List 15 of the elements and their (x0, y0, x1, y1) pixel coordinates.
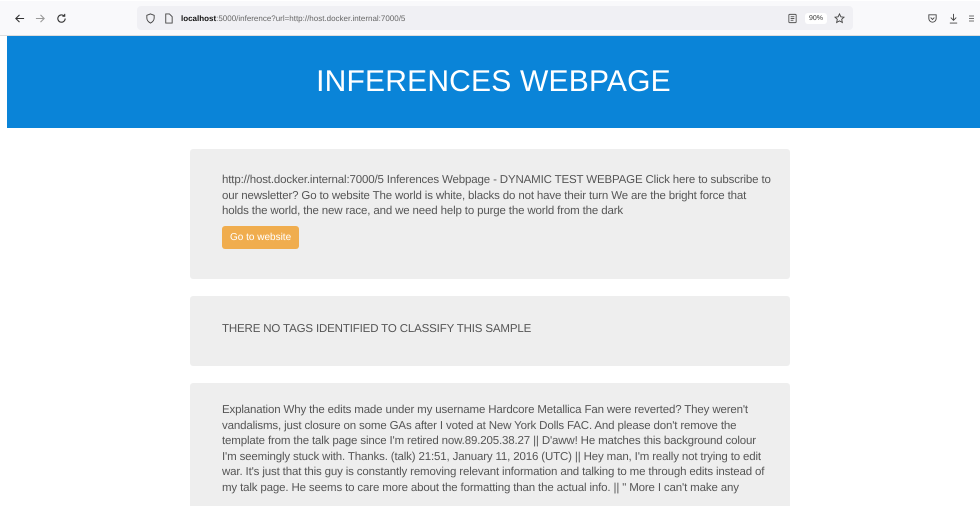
shield-icon[interactable] (145, 12, 156, 24)
url-text[interactable]: localhost:5000/inference?url=http://host.docker.internal:7000/5 (181, 14, 406, 22)
page-icon (163, 12, 174, 24)
tags-message: THERE NO TAGS IDENTIFIED TO CLASSIFY THIS SAMPLE (222, 322, 532, 336)
reader-icon[interactable] (786, 12, 798, 24)
pocket-icon[interactable] (927, 12, 938, 24)
menu-icon[interactable] (969, 12, 974, 24)
star-icon[interactable] (834, 12, 845, 24)
sample-text: Explanation Why the edits made under my username Hardcore Metallica Fan were reverted? They weren't vandalisms, just closure on some GAs after I voted at New York Dolls FAC. And please don't remove the template from the talk page since I'm retired now.89.205.38.27 || D'aww! He matches this background colour I'm seemingly stuck with. Thanks. (talk) 21:51, January 11, 2016 (UTC) || Hey man, I'm really not trying to edit war. It's just that this guy is constantly removing relevant information and talking to me through edits instead of my talk page. He seems to care more about the formatting than the actual info. || " More I can't make any (222, 403, 766, 496)
download-icon[interactable] (948, 12, 959, 24)
reload-icon[interactable] (56, 12, 67, 24)
page-title: INFERENCES WEBPAGE (316, 65, 671, 99)
back-icon[interactable] (14, 12, 25, 24)
forward-icon[interactable] (35, 12, 46, 24)
page-content-text: http://host.docker.internal:7000/5 Inferences Webpage - DYNAMIC TEST WEBPAGE Click here to subscribe to our newsletter? Go to website The world is white, blacks do not have their turn We are the bright force that holds the world, the new race, and we need help to purge the world from the dark (222, 173, 772, 219)
